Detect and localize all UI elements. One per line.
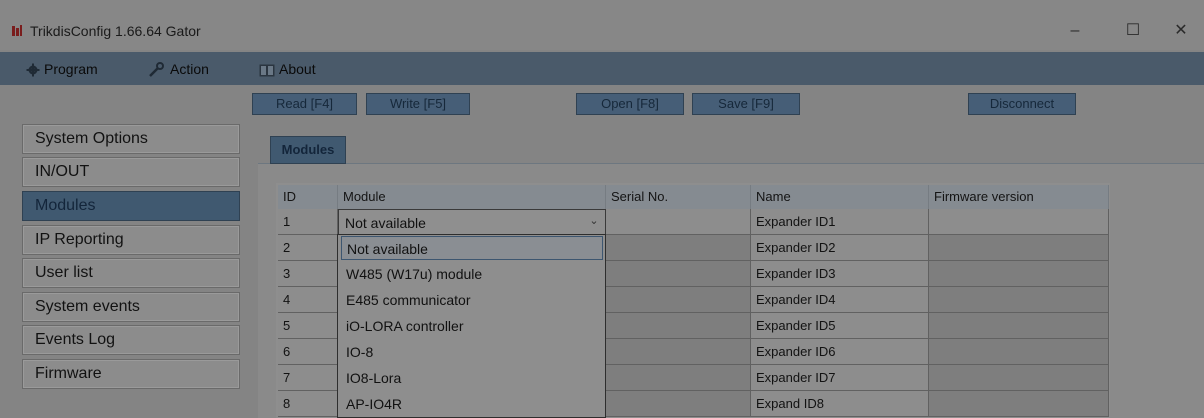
open-button[interactable]: Open [F8]	[576, 93, 684, 115]
chevron-down-icon[interactable]: ⌄	[586, 211, 602, 231]
table-cell-id[interactable]: 5	[278, 313, 338, 339]
dropdown-option-ap-io4r[interactable]: AP-IO4R	[341, 392, 603, 416]
minimize-button[interactable]: –	[1060, 18, 1090, 44]
dropdown-option-e485[interactable]: E485 communicator	[341, 288, 603, 312]
table-cell-id[interactable]: 3	[278, 261, 338, 287]
gear-icon	[26, 63, 40, 77]
wrench-icon	[149, 62, 164, 78]
dropdown-option-io-8[interactable]: IO-8	[341, 340, 603, 364]
dropdown-option-io8-lora[interactable]: IO8-Lora	[341, 366, 603, 390]
column-header-firmware[interactable]: Firmware version	[929, 185, 1109, 209]
column-header-name[interactable]: Name	[751, 185, 929, 209]
nav-modules[interactable]: Modules	[22, 191, 240, 221]
dropdown-option-io-lora[interactable]: iO-LORA controller	[341, 314, 603, 338]
table-cell-id[interactable]: 1	[278, 209, 338, 235]
table-cell-id[interactable]: 6	[278, 339, 338, 365]
dropdown-option-w485[interactable]: W485 (W17u) module	[341, 262, 603, 286]
close-button[interactable]: ✕	[1166, 18, 1196, 44]
table-cell-firmware[interactable]	[929, 313, 1109, 339]
app-icon	[12, 25, 22, 36]
read-button[interactable]: Read [F4]	[252, 93, 357, 115]
table-cell-name[interactable]: Expander ID4	[751, 287, 929, 313]
table-cell-firmware[interactable]	[929, 261, 1109, 287]
table-cell-firmware[interactable]	[929, 365, 1109, 391]
module-select[interactable]: Not available	[338, 209, 606, 235]
table-cell-name[interactable]: Expander ID7	[751, 365, 929, 391]
nav-in-out[interactable]: IN/OUT	[22, 157, 240, 187]
write-button[interactable]: Write [F5]	[366, 93, 470, 115]
table-cell-id[interactable]: 7	[278, 365, 338, 391]
column-header-id[interactable]: ID	[278, 185, 338, 209]
table-cell-name[interactable]: Expander ID6	[751, 339, 929, 365]
table-cell-name[interactable]: Expander ID2	[751, 235, 929, 261]
nav-system-events[interactable]: System events	[22, 292, 240, 322]
table-cell-firmware[interactable]	[929, 209, 1109, 235]
table-cell-firmware[interactable]	[929, 235, 1109, 261]
menu-action[interactable]: Action	[148, 58, 209, 80]
book-icon	[259, 64, 275, 77]
disconnect-button[interactable]: Disconnect	[968, 93, 1076, 115]
table-cell-firmware[interactable]	[929, 339, 1109, 365]
table-cell-name[interactable]: Expander ID1	[751, 209, 929, 235]
nav-system-options[interactable]: System Options	[22, 124, 240, 154]
table-cell-serial[interactable]	[606, 313, 751, 339]
menu-about[interactable]: About	[259, 58, 316, 80]
maximize-button[interactable]: ☐	[1118, 18, 1148, 44]
column-header-serial[interactable]: Serial No.	[606, 185, 751, 209]
dropdown-option-not-available[interactable]: Not available	[341, 236, 603, 260]
table-cell-firmware[interactable]	[929, 287, 1109, 313]
table-cell-serial[interactable]	[606, 287, 751, 313]
table-cell-serial[interactable]	[606, 209, 751, 235]
table-cell-serial[interactable]	[606, 235, 751, 261]
nav-ip-reporting[interactable]: IP Reporting	[22, 225, 240, 255]
nav-user-list[interactable]: User list	[22, 258, 240, 288]
table-cell-name[interactable]: Expand ID8	[751, 391, 929, 417]
menu-program[interactable]: Program	[26, 58, 98, 80]
table-cell-serial[interactable]	[606, 261, 751, 287]
window-title: TrikdisConfig 1.66.64 Gator	[30, 23, 201, 39]
save-button[interactable]: Save [F9]	[692, 93, 800, 115]
table-cell-serial[interactable]	[606, 365, 751, 391]
nav-firmware[interactable]: Firmware	[22, 359, 240, 389]
table-cell-id[interactable]: 8	[278, 391, 338, 417]
nav-events-log[interactable]: Events Log	[22, 325, 240, 355]
menu-about-label: About	[279, 61, 316, 77]
table-cell-firmware[interactable]	[929, 391, 1109, 417]
table-cell-id[interactable]: 2	[278, 235, 338, 261]
column-header-module[interactable]: Module	[338, 185, 606, 209]
table-cell-serial[interactable]	[606, 391, 751, 417]
table-cell-serial[interactable]	[606, 339, 751, 365]
table-cell-name[interactable]: Expander ID3	[751, 261, 929, 287]
tab-modules[interactable]: Modules	[270, 136, 346, 164]
menu-action-label: Action	[170, 61, 209, 77]
table-cell-id[interactable]: 4	[278, 287, 338, 313]
table-cell-name[interactable]: Expander ID5	[751, 313, 929, 339]
menu-program-label: Program	[44, 61, 98, 77]
